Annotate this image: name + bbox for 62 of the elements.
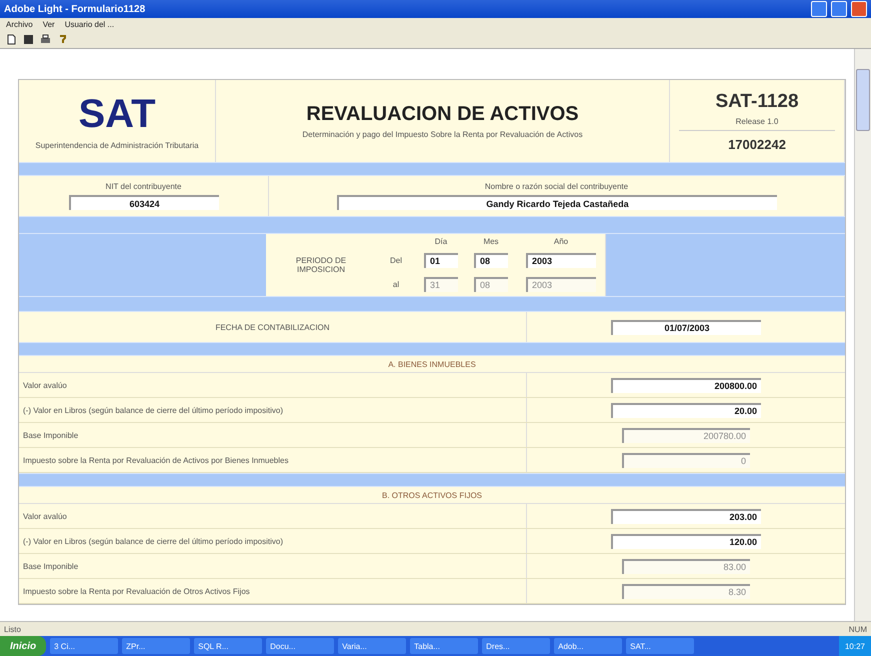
form-subtitle: Determinación y pago del Impuesto Sobre la Renta por Revaluación de Activos	[302, 130, 583, 139]
nit-field[interactable]: 603424	[68, 195, 218, 210]
new-document-icon[interactable]	[6, 34, 17, 44]
taskbar-button[interactable]: ZPr...	[122, 638, 190, 654]
taskbar-button[interactable]: Docu...	[266, 638, 334, 654]
sat-logo: SAT	[78, 92, 156, 137]
menu-item[interactable]: Usuario del ...	[64, 20, 114, 28]
section-title: A. BIENES INMUEBLES	[388, 360, 476, 368]
amount-field[interactable]: 203.00	[611, 508, 761, 524]
period-label: PERIODO DE IMPOSICION	[294, 256, 348, 274]
menu-item[interactable]: Archivo	[6, 20, 33, 28]
date-field[interactable]: 08	[474, 252, 508, 268]
scrollbar[interactable]	[854, 49, 871, 621]
start-button[interactable]: Inicio	[0, 636, 46, 656]
accounting-date-label: FECHA DE CONTABILIZACION	[214, 322, 331, 332]
section-title: B. OTROS ACTIVOS FIJOS	[382, 490, 482, 500]
status-text: Listo	[4, 624, 21, 634]
row-label: (-) Valor en Libros (según balance de cierre del último período impositivo)	[22, 406, 284, 414]
date-field[interactable]: 01	[424, 252, 458, 268]
column-label: Día	[434, 236, 448, 246]
row-label: Impuesto sobre la Renta por Revaluación de Otros Activos Fijos	[22, 586, 251, 596]
column-label: Año	[554, 236, 568, 246]
row-label: Impuesto sobre la Renta por Revaluación de Activos por Bienes Inmuebles	[22, 456, 290, 464]
close-button[interactable]	[851, 1, 867, 17]
status-indicator: NUM	[848, 624, 867, 634]
row-label: Base Imponible	[22, 430, 80, 440]
taskbar-button[interactable]: Adob...	[554, 638, 622, 654]
amount-field[interactable]: 20.00	[611, 402, 761, 418]
form-number: 17002242	[678, 130, 836, 152]
maximize-button[interactable]	[831, 1, 847, 17]
clock: 10:27	[844, 642, 865, 650]
help-icon[interactable]	[57, 34, 68, 44]
name-label: Nombre o razón social del contribuyente	[484, 182, 628, 191]
nit-label: NIT del contribuyente	[106, 182, 182, 191]
accounting-date-field[interactable]: 01/07/2003	[611, 320, 761, 334]
column-label: Mes	[483, 236, 499, 246]
period-row-label: Del	[390, 256, 402, 264]
row-label: (-) Valor en Libros (según balance de cierre del último período impositivo)	[22, 536, 284, 546]
taskbar-button[interactable]: Varia...	[338, 638, 406, 654]
minimize-button[interactable]	[811, 1, 827, 17]
window-title: Adobe Light - Formulario1128	[4, 4, 146, 14]
print-icon[interactable]	[40, 34, 51, 44]
row-label: Valor avalúo	[22, 512, 68, 520]
taskbar-button[interactable]: Dres...	[482, 638, 550, 654]
form-title: REVALUACION DE ACTIVOS	[306, 103, 579, 126]
scrollbar-thumb[interactable]	[856, 69, 870, 131]
taskbar-button[interactable]: 3 Ci...	[50, 638, 118, 654]
form-version: Release 1.0	[736, 116, 778, 126]
taskbar-button[interactable]: SAT...	[626, 638, 694, 654]
name-field[interactable]: Gandy Ricardo Tejeda Castañeda	[336, 195, 776, 210]
save-icon[interactable]	[23, 34, 34, 44]
logo-caption: Superintendencia de Administración Tributaria	[35, 141, 199, 150]
period-row-label: al	[392, 280, 400, 288]
taskbar-button[interactable]: SQL R...	[194, 638, 262, 654]
menu-item[interactable]: Ver	[42, 20, 55, 28]
amount-field[interactable]: 120.00	[611, 534, 761, 548]
row-label: Base Imponible	[22, 562, 80, 570]
taskbar-button[interactable]: Tabla...	[410, 638, 478, 654]
amount-field[interactable]: 200800.00	[611, 378, 761, 392]
form-code: SAT-1128	[715, 90, 799, 112]
row-label: Valor avalúo	[22, 380, 68, 390]
date-field[interactable]: 2003	[526, 252, 596, 268]
